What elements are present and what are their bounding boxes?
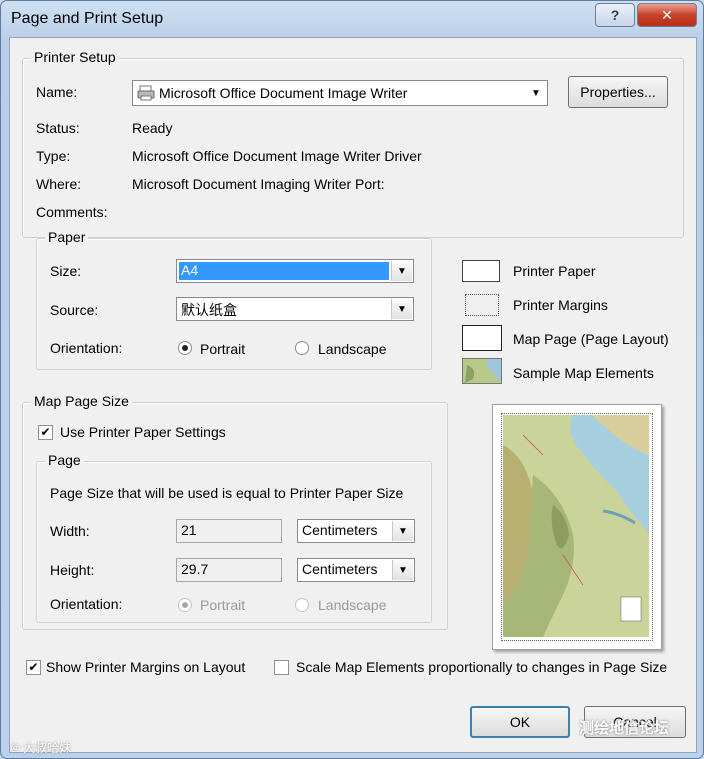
chevron-down-icon[interactable]: ▼ [391, 261, 412, 281]
height-label: Height: [50, 562, 95, 578]
type-label: Type: [36, 148, 71, 164]
printer-margins-legend: Printer Margins [513, 297, 608, 313]
size-label: Size: [50, 263, 82, 279]
printer-name-value: Microsoft Office Document Image Writer [159, 85, 408, 101]
properties-button[interactable]: Properties... [568, 76, 668, 108]
printer-icon [137, 85, 155, 101]
height-field[interactable]: 29.7 [176, 558, 282, 582]
show-margins-label[interactable]: Show Printer Margins on Layout [46, 659, 245, 675]
page-preview [492, 404, 662, 650]
width-units-value: Centimeters [302, 522, 378, 538]
name-label: Name: [36, 84, 78, 100]
close-icon: ✕ [661, 6, 673, 23]
width-units-select[interactable]: Centimeters ▼ [297, 519, 415, 543]
status-label: Status: [36, 120, 80, 136]
printer-setup-legend: Printer Setup [31, 49, 119, 65]
preview-map-image [503, 415, 649, 637]
close-button[interactable]: ✕ [637, 3, 697, 27]
page-portrait-radio[interactable] [178, 598, 192, 612]
sample-elements-legend: Sample Map Elements [513, 365, 654, 381]
printer-paper-legend: Printer Paper [513, 263, 596, 279]
where-value: Microsoft Document Imaging Writer Port: [132, 176, 385, 192]
type-value: Microsoft Office Document Image Writer D… [132, 148, 422, 164]
width-field[interactable]: 21 [176, 519, 282, 543]
map-page-legend: Map Page (Page Layout) [513, 331, 669, 347]
dialog-window: Page and Print Setup ? ✕ Printer Setup N… [0, 0, 704, 759]
height-value: 29.7 [181, 561, 209, 577]
watermark-right: 测绘地信论坛 [579, 720, 670, 737]
source-label: Source: [50, 302, 99, 318]
page-size-info: Page Size that will be used is equal to … [50, 485, 404, 501]
height-units-select[interactable]: Centimeters ▼ [297, 558, 415, 582]
window-title: Page and Print Setup [11, 10, 164, 27]
watermark-left: © 大叔哈妹 [11, 741, 72, 755]
page-landscape-radio[interactable] [295, 598, 309, 612]
page-landscape-label: Landscape [318, 597, 387, 613]
use-printer-settings-label[interactable]: Use Printer Paper Settings [60, 424, 226, 440]
paper-legend: Paper [45, 229, 89, 245]
paper-source-select[interactable]: 默认纸盒 ▼ [176, 297, 414, 321]
help-button[interactable]: ? [595, 3, 635, 27]
use-printer-settings-checkbox[interactable]: ✔ [38, 425, 53, 440]
scale-elements-checkbox[interactable] [274, 660, 289, 675]
show-margins-checkbox[interactable]: ✔ [26, 660, 41, 675]
paper-orientation-label: Orientation: [50, 340, 123, 356]
chevron-down-icon[interactable]: ▼ [391, 299, 412, 319]
scale-elements-label[interactable]: Scale Map Elements proportionally to cha… [296, 659, 667, 675]
chevron-down-icon[interactable]: ▼ [526, 82, 546, 104]
chevron-down-icon[interactable]: ▼ [392, 521, 413, 541]
dialog-body: Printer Setup Name: Microsoft Office Doc… [9, 37, 697, 753]
where-label: Where: [36, 176, 82, 192]
map-page-swatch [462, 325, 502, 351]
paper-size-value: A4 [179, 262, 389, 280]
page-legend: Page [45, 452, 84, 468]
paper-size-select[interactable]: A4 ▼ [176, 259, 414, 283]
comments-label: Comments: [36, 204, 108, 220]
status-value: Ready [132, 120, 173, 136]
paper-source-value: 默认纸盒 [181, 302, 237, 318]
paper-landscape-radio[interactable] [295, 341, 309, 355]
printer-paper-swatch [462, 260, 500, 282]
paper-landscape-label[interactable]: Landscape [318, 341, 387, 357]
paper-portrait-radio[interactable] [178, 341, 192, 355]
map-page-size-legend: Map Page Size [31, 393, 132, 409]
help-icon: ? [610, 7, 620, 23]
printer-margins-swatch [465, 294, 499, 316]
ok-button[interactable]: OK [470, 706, 570, 738]
paper-portrait-label[interactable]: Portrait [200, 341, 245, 357]
sample-map-swatch [462, 358, 502, 384]
width-value: 21 [181, 522, 197, 538]
width-label: Width: [50, 523, 90, 539]
title-bar[interactable]: Page and Print Setup ? ✕ [1, 1, 703, 37]
height-units-value: Centimeters [302, 561, 378, 577]
chevron-down-icon[interactable]: ▼ [392, 560, 413, 580]
page-portrait-label: Portrait [200, 597, 246, 613]
printer-name-select[interactable]: Microsoft Office Document Image Writer ▼ [132, 80, 548, 106]
page-orientation-label: Orientation: [50, 596, 123, 612]
